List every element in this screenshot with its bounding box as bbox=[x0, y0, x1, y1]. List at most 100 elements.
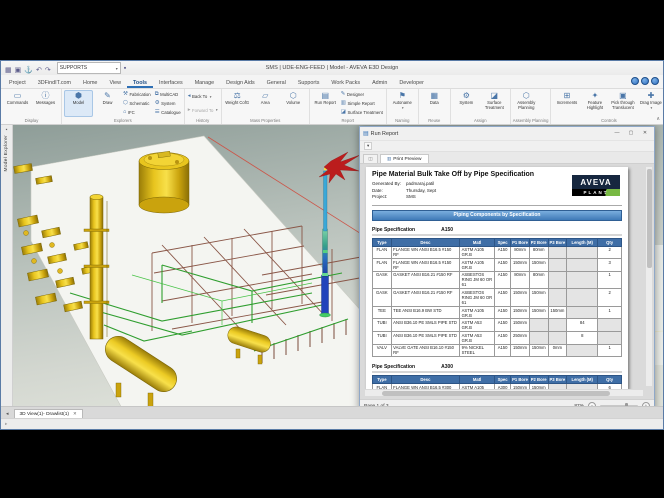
divider bbox=[372, 205, 622, 206]
ribbon-button-feature-highlight[interactable]: ✦Feature Highlight bbox=[581, 90, 608, 117]
link-icon[interactable]: ⚓ bbox=[24, 67, 33, 74]
ribbon-tab-admin[interactable]: Admin bbox=[366, 78, 393, 88]
style-icon[interactable] bbox=[641, 77, 649, 85]
chevron-down-icon: ▾ bbox=[651, 106, 653, 111]
close-icon[interactable]: ✕ bbox=[73, 411, 77, 417]
maximize-icon[interactable]: ▢ bbox=[625, 129, 637, 138]
print-preview-area[interactable]: Pipe Material Bulk Take Off by Pipe Spec… bbox=[360, 164, 654, 399]
view-tab-label: 3D View(1)- Drawlist(1) bbox=[20, 412, 70, 417]
ribbon-button-commands[interactable]: ▭Commands bbox=[4, 90, 31, 117]
table-row: GASKGASKET ANSI B16.21 #150 RFASBESTOS R… bbox=[373, 271, 622, 289]
pipe-spec-heading: Pipe SpecificationA300 bbox=[372, 362, 622, 373]
ribbon-button-simple-report[interactable]: ▥Simple Report bbox=[340, 99, 384, 108]
table-cell: 80mm bbox=[511, 271, 530, 289]
help-icon[interactable] bbox=[631, 77, 639, 85]
column-header: Spec bbox=[495, 376, 511, 384]
pipe-spec-value: A300 bbox=[441, 364, 453, 370]
ribbon-tab-developer[interactable]: Developer bbox=[393, 78, 430, 88]
table-cell: 150mm bbox=[511, 259, 530, 272]
ribbon-button-autoname[interactable]: ⚑Autoname▾ bbox=[389, 90, 416, 117]
ribbon-button-schematic[interactable]: ⬡Schematic bbox=[122, 99, 152, 108]
ribbon-button-surface-treatment[interactable]: ◪Surface Treatment bbox=[340, 108, 384, 117]
zoom-out-icon[interactable]: − bbox=[588, 402, 596, 406]
ribbon-tab-manage[interactable]: Manage bbox=[189, 78, 220, 88]
close-icon[interactable]: ✕ bbox=[639, 129, 651, 138]
dialog-titlebar[interactable]: ▤ Run Report — ▢ ✕ bbox=[360, 127, 654, 141]
table-cell: 1 bbox=[598, 344, 622, 357]
ribbon-button-area[interactable]: ▱Area bbox=[252, 90, 279, 117]
multicad-icon: ⧉ bbox=[155, 92, 159, 98]
ribbon-button-draw[interactable]: ✎Draw bbox=[94, 90, 121, 117]
ribbon-tab-tools[interactable]: Tools bbox=[127, 78, 153, 88]
screenshot-stage: ▦▣⚓↶↷ SUPPORTS ▾ ▪ SMS | UDE-ENG-FEED | … bbox=[0, 0, 664, 498]
tab-print-preview[interactable]: ▥ Print Preview bbox=[380, 154, 429, 163]
redo-icon[interactable]: ↷ bbox=[45, 67, 51, 74]
ribbon-tab-general[interactable]: General bbox=[261, 78, 292, 88]
collapse-ribbon-icon[interactable]: ∧ bbox=[656, 116, 660, 122]
ribbon-button-ifc[interactable]: ⌂IFC bbox=[122, 108, 152, 117]
ribbon-tab-work-packs[interactable]: Work Packs bbox=[325, 78, 366, 88]
supports-style-combobox[interactable]: SUPPORTS ▾ bbox=[57, 62, 121, 74]
ribbon-button-surface-treatment[interactable]: ◪Surface Treatment bbox=[481, 90, 508, 117]
ribbon-group-mass-properties: ⚖Weight CofG▱Area⬡VolumeMass Properties bbox=[222, 89, 310, 124]
table-cell: ASBESTOS RING JM 60 OR 61 bbox=[460, 271, 495, 289]
ribbon-button-run-report[interactable]: ▤Run Report bbox=[312, 90, 339, 117]
ribbon-tab-row: Project3DFindIT.comHomeViewToolsInterfac… bbox=[1, 75, 663, 89]
dropdown-arrow-icon[interactable]: ▾ bbox=[364, 142, 372, 150]
aveva-e3d-window: ▦▣⚓↶↷ SUPPORTS ▾ ▪ SMS | UDE-ENG-FEED | … bbox=[0, 60, 664, 430]
ribbon-button-volume[interactable]: ⬡Volume bbox=[280, 90, 307, 117]
ribbon-group-display: ▭CommandsⓘMessagesDisplay bbox=[2, 89, 62, 124]
ribbon-tab-supports[interactable]: Supports bbox=[292, 78, 326, 88]
zoom-in-icon[interactable]: + bbox=[642, 402, 650, 406]
system-icon: ⚙ bbox=[155, 101, 160, 107]
vertical-scrollbar[interactable] bbox=[645, 166, 653, 387]
table-cell: ASTM A53 GR.B bbox=[460, 332, 495, 345]
tab-3d-view[interactable]: 3D View(1)- Drawlist(1) ✕ bbox=[14, 409, 83, 418]
ribbon-button-weight-cofg[interactable]: ⚖Weight CofG bbox=[224, 90, 251, 117]
ribbon-button-fabrication[interactable]: ⚒Fabrication bbox=[122, 90, 152, 99]
ribbon-button-system[interactable]: ⚙System bbox=[453, 90, 480, 117]
column-header: Type bbox=[373, 376, 392, 384]
save-icon[interactable]: ▣ bbox=[15, 67, 22, 74]
ribbon-tab-project[interactable]: Project bbox=[3, 78, 32, 88]
ribbon-tab-view[interactable]: View bbox=[103, 78, 127, 88]
ribbon-button-system[interactable]: ⚙System bbox=[154, 99, 182, 108]
ribbon-button-messages[interactable]: ⓘMessages bbox=[32, 90, 59, 117]
ribbon-button-model[interactable]: ⬢Model bbox=[64, 90, 93, 117]
ribbon-tab-3dfindit-com[interactable]: 3DFindIT.com bbox=[32, 78, 77, 88]
pin-icon[interactable]: ▪ bbox=[124, 65, 126, 72]
ribbon-button-pick-through-translucent[interactable]: ▣Pick through Translucent bbox=[609, 90, 636, 117]
horizontal-scrollbar[interactable] bbox=[364, 389, 644, 397]
app-grid-icon[interactable]: ▦ bbox=[5, 67, 12, 74]
ribbon-button-data[interactable]: ▦Data bbox=[421, 90, 448, 117]
ribbon-button-multicad[interactable]: ⧉MultiCAD bbox=[154, 90, 182, 99]
scrollbar-thumb[interactable] bbox=[647, 169, 652, 268]
ribbon-button-drag-image[interactable]: ✚Drag Image▾ bbox=[637, 90, 663, 117]
options-icon[interactable] bbox=[651, 77, 659, 85]
ribbon-button-increments[interactable]: ⊞Increments bbox=[553, 90, 580, 117]
report-design-tab[interactable]: ◫ bbox=[363, 154, 378, 163]
meta-label: Project: bbox=[372, 194, 406, 201]
ribbon-button-designer[interactable]: ✎Designer bbox=[340, 90, 384, 99]
table-cell bbox=[567, 344, 598, 357]
ribbon-button-assembly-planning[interactable]: ⬡Assembly Planning bbox=[513, 90, 540, 117]
pipe-spec-value: A150 bbox=[441, 227, 453, 233]
print-preview-icon: ▥ bbox=[387, 156, 391, 162]
model-explorer-strip[interactable]: ▪ Model Explorer bbox=[1, 125, 13, 406]
zoom-slider[interactable] bbox=[600, 405, 638, 406]
ribbon-button-back-to[interactable]: ◂Back To▾ bbox=[187, 90, 219, 104]
ribbon-button-catalogue[interactable]: ☰Catalogue bbox=[154, 108, 182, 117]
undo-icon[interactable]: ↶ bbox=[36, 67, 42, 74]
scrollbar-thumb[interactable] bbox=[382, 391, 610, 396]
zoom-slider-thumb[interactable] bbox=[625, 403, 628, 406]
chevron-left-icon[interactable]: ◂ bbox=[4, 411, 11, 418]
column-header: P1 Bore bbox=[511, 238, 530, 246]
minimize-icon[interactable]: — bbox=[611, 129, 623, 138]
table-cell: 2 bbox=[598, 246, 622, 259]
ribbon-tab-design-aids[interactable]: Design Aids bbox=[220, 78, 260, 88]
table-cell: ASTM A105 GR.B bbox=[460, 259, 495, 272]
table-cell: VALVE GATE ANSI B16.10 #150 RF bbox=[391, 344, 459, 357]
ribbon-button-forward-to[interactable]: ▸Forward To▾ bbox=[187, 104, 219, 118]
ribbon-tab-interfaces[interactable]: Interfaces bbox=[153, 78, 189, 88]
ribbon-tab-home[interactable]: Home bbox=[77, 78, 103, 88]
